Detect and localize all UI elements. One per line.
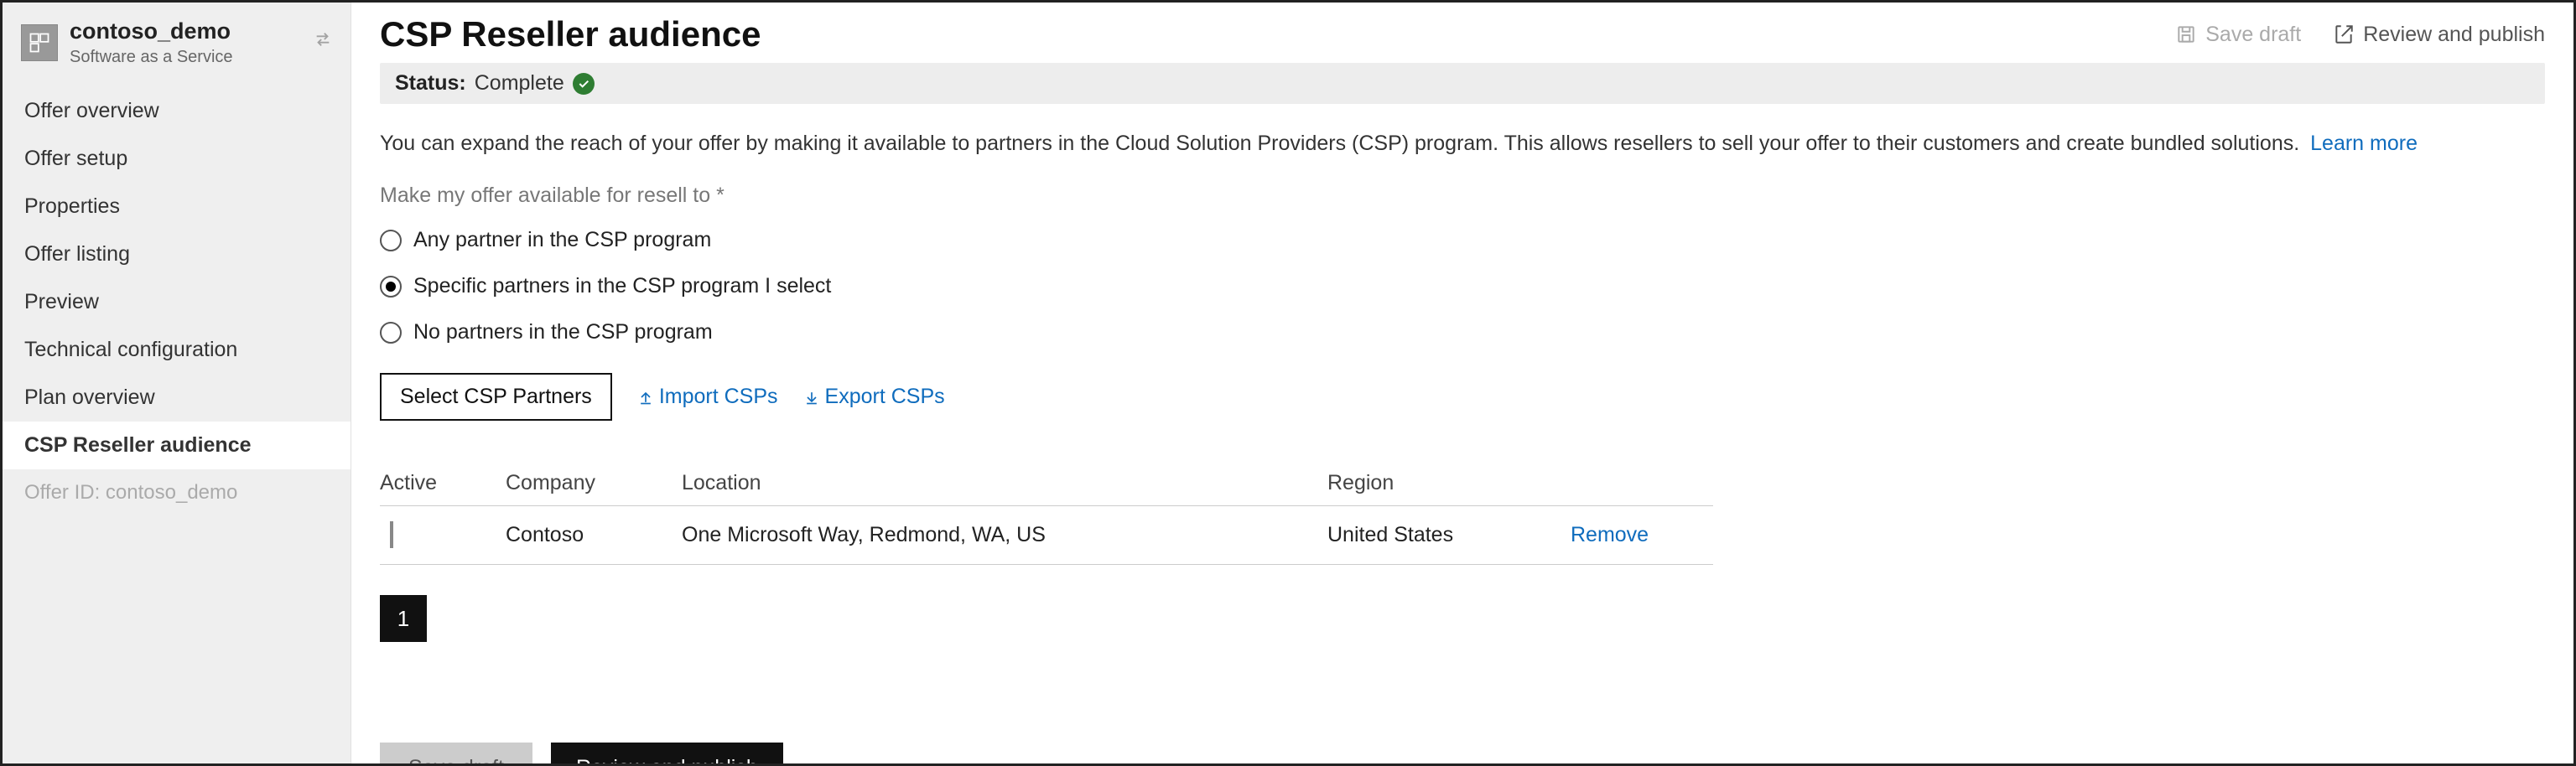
sidebar-nav: Offer overview Offer setup Properties Of… xyxy=(3,87,351,516)
footer-actions: Save draft Review and publish xyxy=(380,743,2545,763)
status-bar: Status: Complete xyxy=(380,63,2545,104)
save-draft-header-label: Save draft xyxy=(2205,23,2301,47)
radio-any-partner[interactable]: Any partner in the CSP program xyxy=(380,228,2545,252)
radio-specific-partners-label: Specific partners in the CSP program I s… xyxy=(413,274,831,298)
nav-offer-listing[interactable]: Offer listing xyxy=(3,230,351,278)
th-company: Company xyxy=(506,471,682,495)
csp-table: Active Company Location Region Contoso O… xyxy=(380,471,1713,565)
offer-name: contoso_demo xyxy=(70,18,302,44)
table-row: Contoso One Microsoft Way, Redmond, WA, … xyxy=(380,506,1713,565)
save-draft-button[interactable]: Save draft xyxy=(380,743,532,763)
radio-any-partner-label: Any partner in the CSP program xyxy=(413,228,711,252)
nav-offer-setup[interactable]: Offer setup xyxy=(3,135,351,183)
row-region: United States xyxy=(1327,523,1571,547)
th-active: Active xyxy=(380,471,506,495)
csp-action-row: Select CSP Partners Import CSPs Export C… xyxy=(380,373,2545,421)
import-csps-link[interactable]: Import CSPs xyxy=(637,385,778,409)
nav-preview[interactable]: Preview xyxy=(3,278,351,326)
th-location: Location xyxy=(682,471,1327,495)
review-publish-header-label: Review and publish xyxy=(2363,23,2545,47)
page-title: CSP Reseller audience xyxy=(380,14,761,54)
page-header-row: CSP Reseller audience Save draft Review … xyxy=(380,3,2545,63)
nav-offer-overview[interactable]: Offer overview xyxy=(3,87,351,135)
radio-no-partners[interactable]: No partners in the CSP program xyxy=(380,320,2545,344)
table-header: Active Company Location Region xyxy=(380,471,1713,506)
radio-specific-partners[interactable]: Specific partners in the CSP program I s… xyxy=(380,274,2545,298)
row-active-checkbox[interactable] xyxy=(390,521,393,548)
radio-icon xyxy=(380,276,402,298)
nav-technical-configuration[interactable]: Technical configuration xyxy=(3,326,351,374)
offer-type-icon xyxy=(21,24,58,61)
header-actions: Save draft Review and publish xyxy=(2175,23,2545,47)
offer-subtitle: Software as a Service xyxy=(70,47,302,67)
nav-properties[interactable]: Properties xyxy=(3,183,351,230)
select-csp-partners-button[interactable]: Select CSP Partners xyxy=(380,373,612,421)
swap-icon[interactable] xyxy=(314,30,332,54)
row-location: One Microsoft Way, Redmond, WA, US xyxy=(682,523,1327,547)
radio-icon xyxy=(380,230,402,251)
main-content: CSP Reseller audience Save draft Review … xyxy=(351,3,2573,763)
resell-radio-group: Any partner in the CSP program Specific … xyxy=(380,228,2545,344)
learn-more-link[interactable]: Learn more xyxy=(2310,132,2418,155)
export-csps-link[interactable]: Export CSPs xyxy=(803,385,945,409)
nav-plan-overview[interactable]: Plan overview xyxy=(3,374,351,422)
sidebar: contoso_demo Software as a Service Offer… xyxy=(3,3,351,763)
review-publish-header[interactable]: Review and publish xyxy=(2333,23,2545,47)
review-publish-button[interactable]: Review and publish xyxy=(551,743,783,763)
status-value: Complete xyxy=(475,71,564,96)
pager: 1 xyxy=(380,595,2545,642)
status-label: Status: xyxy=(395,71,466,96)
nav-csp-reseller-audience[interactable]: CSP Reseller audience xyxy=(3,422,351,469)
offer-id-label: Offer ID: contoso_demo xyxy=(3,469,351,516)
resell-field-label: Make my offer available for resell to * xyxy=(380,184,2545,208)
status-check-icon xyxy=(573,73,595,95)
th-region: Region xyxy=(1327,471,1571,495)
import-csps-label: Import CSPs xyxy=(659,385,778,409)
radio-no-partners-label: No partners in the CSP program xyxy=(413,320,713,344)
description-text: You can expand the reach of your offer b… xyxy=(380,132,2299,155)
page-1-button[interactable]: 1 xyxy=(380,595,427,642)
offer-header: contoso_demo Software as a Service xyxy=(3,3,351,87)
export-csps-label: Export CSPs xyxy=(825,385,945,409)
row-company: Contoso xyxy=(506,523,682,547)
description: You can expand the reach of your offer b… xyxy=(380,129,2545,158)
row-remove-link[interactable]: Remove xyxy=(1571,523,1722,547)
radio-icon xyxy=(380,322,402,344)
save-draft-header[interactable]: Save draft xyxy=(2175,23,2301,47)
